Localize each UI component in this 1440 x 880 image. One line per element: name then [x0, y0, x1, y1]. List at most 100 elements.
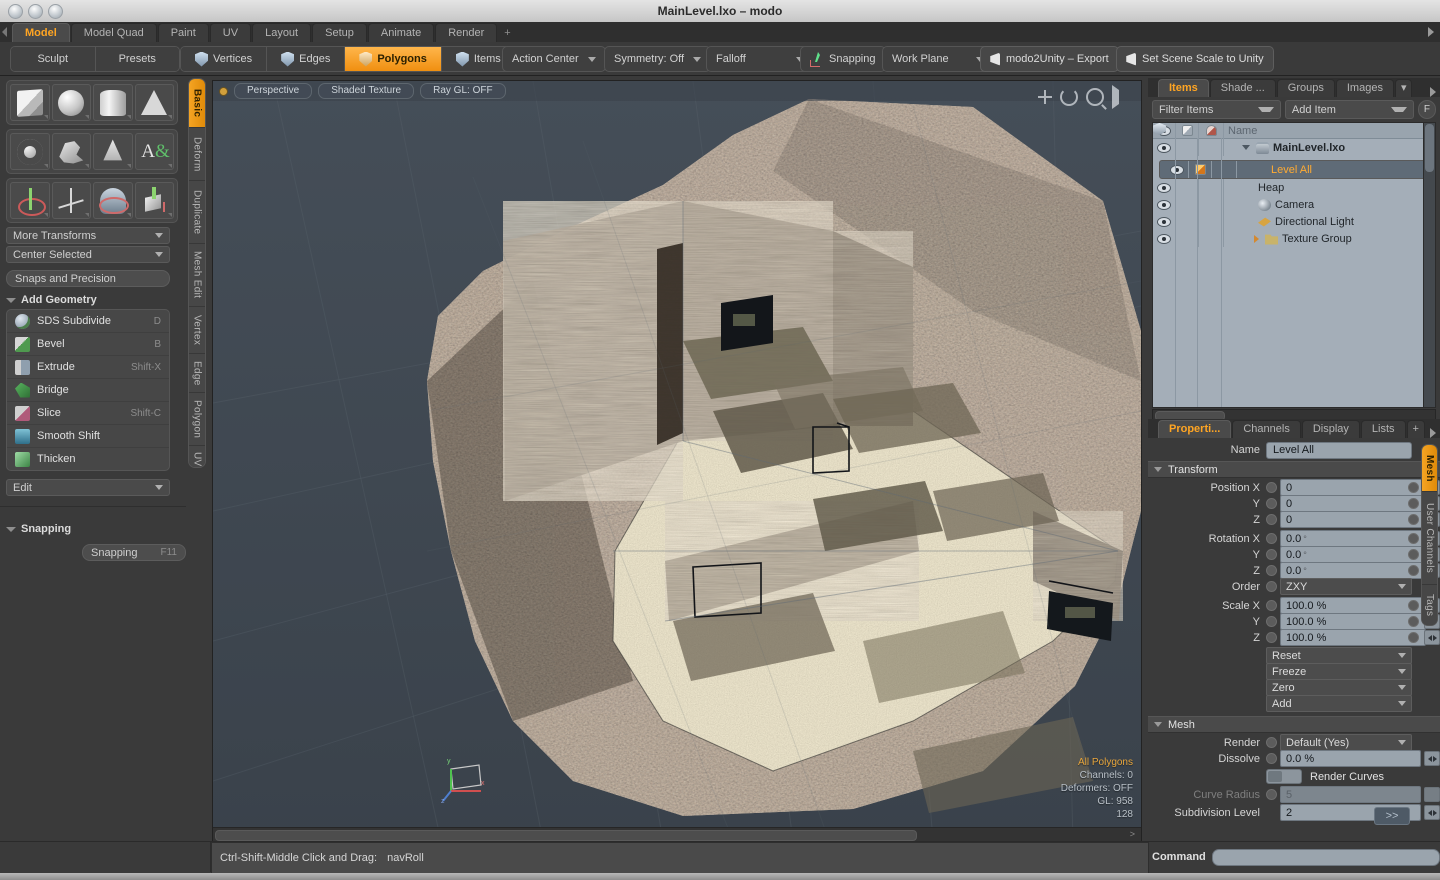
row-name-cell[interactable]: MainLevel.lxo	[1224, 141, 1435, 154]
view-mode-dropdown[interactable]: Perspective	[234, 83, 313, 99]
snapping-section-header[interactable]: Snapping	[6, 521, 182, 537]
dissolve-input[interactable]: 0.0 %	[1280, 750, 1421, 767]
row-visibility-toggle[interactable]	[1166, 164, 1188, 175]
channel-dot-icon[interactable]	[1266, 549, 1277, 560]
transform-section-header[interactable]: Transform	[1148, 461, 1440, 478]
rotation-y-input[interactable]: 0.0 °	[1280, 546, 1426, 563]
table-row[interactable]: Directional Light	[1153, 213, 1435, 230]
dissolve-stepper[interactable]	[1424, 751, 1440, 766]
tab-layout[interactable]: Layout	[252, 23, 312, 42]
channel-dot-icon[interactable]	[1266, 600, 1277, 611]
row-shading-cell[interactable]	[1175, 179, 1199, 196]
rail-tab-duplicate[interactable]: Duplicate	[189, 181, 205, 244]
tab-channels[interactable]: Channels	[1232, 420, 1301, 438]
tab-paint[interactable]: Paint	[157, 23, 209, 42]
chevron-right-icon[interactable]	[1254, 234, 1259, 243]
rail-tab-polygon[interactable]: Polygon	[189, 393, 205, 446]
work-plane-dropdown[interactable]: Work Plane	[882, 46, 994, 72]
tab-render[interactable]: Render	[435, 23, 498, 42]
channel-dot-icon[interactable]	[1266, 565, 1277, 576]
chevron-down-icon[interactable]	[1242, 145, 1250, 150]
add-item-dropdown[interactable]: Add Item	[1284, 100, 1414, 119]
row-shading-cell[interactable]	[1175, 196, 1199, 213]
tab-uv[interactable]: UV	[209, 23, 252, 42]
spline-tool-button[interactable]	[51, 133, 91, 170]
tool-thicken[interactable]: Thicken	[7, 448, 169, 470]
row-shading-cell[interactable]	[1175, 139, 1199, 156]
animate-dot-icon[interactable]	[1408, 616, 1419, 627]
channel-dot-icon[interactable]	[1266, 581, 1277, 592]
reset-dropdown[interactable]: Reset	[1266, 647, 1412, 664]
tabs-scroll-right-icon[interactable]	[1430, 428, 1436, 438]
expand-properties-button[interactable]: >>	[1374, 807, 1410, 825]
scale-z-stepper[interactable]	[1424, 630, 1440, 645]
channel-dot-icon[interactable]	[1266, 616, 1277, 627]
rail-tab-basic[interactable]: Basic	[189, 79, 205, 128]
tab-setup[interactable]: Setup	[312, 23, 367, 42]
tool-smooth-shift[interactable]: Smooth Shift	[7, 425, 169, 448]
symmetry-dropdown[interactable]: Symmetry: Off	[604, 46, 712, 72]
order-dropdown[interactable]: ZXY	[1280, 578, 1412, 595]
row-shading-cell[interactable]	[1175, 213, 1199, 230]
tab-overflow-chevron[interactable]: ▾	[1394, 79, 1413, 97]
channel-dot-icon[interactable]	[1266, 514, 1277, 525]
transform-gizmo-button[interactable]	[10, 182, 50, 219]
subdivision-level-stepper[interactable]	[1424, 805, 1440, 820]
cone-tool-button[interactable]	[134, 84, 174, 121]
rotate-gizmo-button[interactable]	[93, 182, 133, 219]
tab-shading[interactable]: Shade ...	[1209, 79, 1276, 97]
channel-dot-icon[interactable]	[1266, 482, 1277, 493]
tabs-scroll-left-icon[interactable]	[2, 27, 7, 37]
row-name-cell[interactable]: Texture Group	[1224, 233, 1435, 245]
zoom-icon[interactable]	[1086, 88, 1104, 106]
scale-y-input[interactable]: 100.0 %	[1280, 613, 1426, 630]
rail-tab-tags[interactable]: Tags	[1422, 585, 1437, 625]
tab-properties[interactable]: Properti...	[1158, 420, 1232, 438]
add-dropdown[interactable]: Add	[1266, 695, 1412, 712]
animate-dot-icon[interactable]	[1408, 482, 1419, 493]
edges-mode-button[interactable]: Edges	[267, 47, 346, 71]
text-tool-button[interactable]: A&	[134, 133, 174, 170]
row-name-cell[interactable]: Directional Light	[1224, 216, 1435, 228]
presets-button[interactable]: Presets	[95, 47, 179, 71]
raygl-toggle[interactable]: Ray GL: OFF	[420, 83, 506, 99]
rail-tab-user-channels[interactable]: User Channels	[1422, 492, 1437, 585]
rail-tab-vertex[interactable]: Vertex	[189, 307, 205, 354]
rail-tab-edge[interactable]: Edge	[189, 354, 205, 393]
rotation-x-input[interactable]: 0.0 °	[1280, 530, 1426, 547]
table-row[interactable]: MainLevel.lxo	[1153, 139, 1435, 156]
play-icon[interactable]	[1112, 85, 1133, 109]
sculpt-button[interactable]: Sculpt	[11, 47, 96, 71]
tabs-scroll-right-icon[interactable]	[1428, 27, 1434, 37]
mesh-section-header[interactable]: Mesh	[1148, 716, 1440, 733]
row-visibility-toggle[interactable]	[1153, 199, 1175, 210]
snaps-precision-button[interactable]: Snaps and Precision	[6, 270, 170, 287]
command-input[interactable]	[1211, 848, 1440, 866]
row-visibility-toggle[interactable]	[1153, 216, 1175, 227]
tab-items[interactable]: Items	[1158, 79, 1209, 97]
channel-dot-icon[interactable]	[1266, 498, 1277, 509]
position-z-input[interactable]: 0	[1280, 511, 1426, 528]
table-row[interactable]: Level All	[1153, 123, 1429, 179]
render-curves-toggle[interactable]	[1266, 769, 1302, 784]
torus-tool-button[interactable]	[10, 133, 50, 170]
cylinder-tool-button[interactable]	[93, 84, 133, 121]
tab-groups[interactable]: Groups	[1276, 79, 1335, 97]
channel-dot-icon[interactable]	[1266, 753, 1277, 764]
scale-z-input[interactable]: 100.0 %	[1280, 629, 1426, 646]
scrollbar-thumb[interactable]	[215, 830, 917, 841]
tab-images[interactable]: Images	[1335, 79, 1394, 97]
row-name-cell[interactable]: Level All	[1153, 123, 1422, 176]
row-render-cell[interactable]	[1212, 161, 1237, 178]
tab-lists[interactable]: Lists	[1360, 420, 1406, 438]
zero-dropdown[interactable]: Zero	[1266, 679, 1412, 696]
snapping-toggle[interactable]: Snapping F11	[82, 544, 186, 561]
bell-curve-tool-button[interactable]	[93, 133, 133, 170]
tool-slice[interactable]: Slice Shift-C	[7, 402, 169, 425]
animate-dot-icon[interactable]	[1408, 533, 1419, 544]
snapping-toggle-button[interactable]: Snapping	[800, 46, 886, 72]
add-tab-button[interactable]: +	[498, 24, 516, 42]
set-scene-scale-button[interactable]: Set Scene Scale to Unity	[1116, 46, 1274, 72]
center-selected-dropdown[interactable]: Center Selected	[6, 246, 170, 263]
row-visibility-toggle[interactable]	[1153, 233, 1175, 244]
